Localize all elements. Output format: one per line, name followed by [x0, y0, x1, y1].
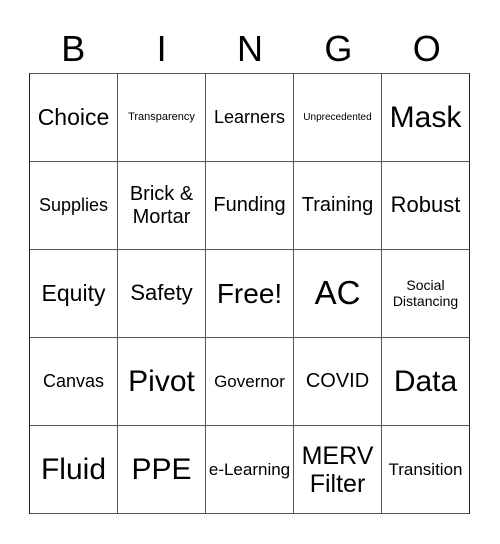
bingo-cell[interactable]: Fluid	[30, 426, 118, 514]
bingo-cell[interactable]: Canvas	[30, 338, 118, 426]
header-letter-b: B	[61, 28, 86, 69]
bingo-cell[interactable]: Unprecedented	[294, 74, 382, 162]
bingo-cell[interactable]: Mask	[382, 74, 470, 162]
bingo-cell[interactable]: Choice	[30, 74, 118, 162]
bingo-cell[interactable]: Training	[294, 162, 382, 250]
bingo-cell[interactable]: PPE	[118, 426, 206, 514]
bingo-grid: Choice Transparency Learners Unprecedent…	[29, 73, 470, 514]
bingo-cell[interactable]: Pivot	[118, 338, 206, 426]
header-letter-n: N	[236, 28, 263, 69]
bingo-cell[interactable]: AC	[294, 250, 382, 338]
bingo-header: B I N G O	[29, 26, 471, 72]
bingo-cell[interactable]: Social Distancing	[382, 250, 470, 338]
bingo-cell[interactable]: Learners	[206, 74, 294, 162]
free-space-cell[interactable]: Free!	[206, 250, 294, 338]
bingo-cell[interactable]: Transition	[382, 426, 470, 514]
bingo-cell[interactable]: Robust	[382, 162, 470, 250]
bingo-cell[interactable]: COVID	[294, 338, 382, 426]
header-letter-g: G	[324, 28, 353, 69]
bingo-cell[interactable]: MERV Filter	[294, 426, 382, 514]
bingo-cell[interactable]: e-Learning	[206, 426, 294, 514]
header-letter-o: O	[412, 28, 441, 69]
bingo-cell[interactable]: Brick & Mortar	[118, 162, 206, 250]
bingo-cell[interactable]: Safety	[118, 250, 206, 338]
bingo-cell[interactable]: Governor	[206, 338, 294, 426]
bingo-cell[interactable]: Transparency	[118, 74, 206, 162]
bingo-cell[interactable]: Data	[382, 338, 470, 426]
header-letter-i: I	[156, 28, 167, 69]
bingo-cell[interactable]: Supplies	[30, 162, 118, 250]
bingo-cell[interactable]: Funding	[206, 162, 294, 250]
bingo-cell[interactable]: Equity	[30, 250, 118, 338]
